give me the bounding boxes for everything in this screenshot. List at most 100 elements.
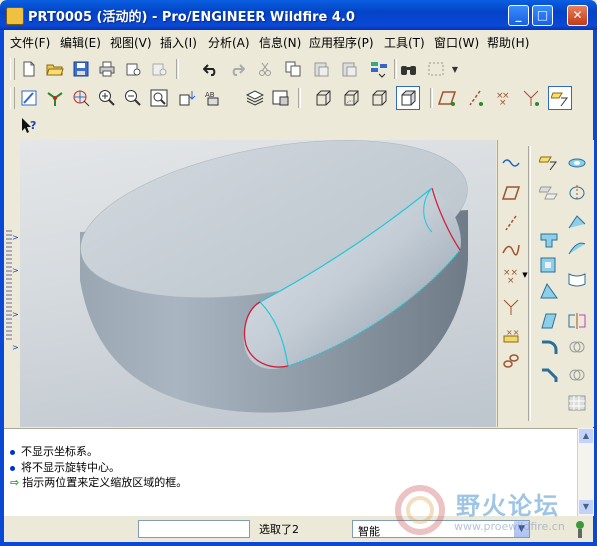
model-tree-collapsed-strip[interactable]: > > > > bbox=[4, 140, 21, 427]
find-icon[interactable] bbox=[398, 58, 420, 80]
paste-icon[interactable] bbox=[310, 58, 332, 80]
datum-points-icon[interactable]: × × × bbox=[492, 87, 514, 109]
spin-center-icon[interactable] bbox=[44, 87, 66, 109]
redo-icon[interactable] bbox=[226, 58, 248, 80]
info-bullet-icon bbox=[10, 465, 15, 471]
selection-filter-select[interactable]: 智能 ▼ bbox=[352, 520, 530, 538]
toolbar-grip[interactable] bbox=[10, 58, 15, 80]
chevron-right-icon[interactable]: > > > > bbox=[12, 232, 19, 353]
whats-this-icon[interactable]: ? bbox=[18, 115, 40, 137]
status-input-field[interactable] bbox=[138, 520, 250, 538]
repaint-icon[interactable] bbox=[18, 87, 40, 109]
minimize-button[interactable]: _ bbox=[508, 5, 529, 26]
message-line: 将不显示旋转中心。 bbox=[10, 459, 120, 475]
saved-views-icon[interactable]: AB bbox=[202, 87, 230, 109]
chevron-down-icon[interactable]: ▼ bbox=[514, 521, 529, 537]
coord-sys-icon[interactable] bbox=[520, 87, 542, 109]
hidden-line-icon[interactable] bbox=[340, 87, 362, 109]
rib-icon[interactable] bbox=[538, 280, 560, 302]
annotation-feature-icon[interactable] bbox=[538, 152, 560, 174]
graphics-window[interactable] bbox=[20, 140, 496, 427]
scroll-down-icon[interactable]: ▼ bbox=[579, 500, 593, 514]
mirror-icon[interactable] bbox=[566, 310, 588, 332]
filter-value: 智能 bbox=[358, 525, 380, 538]
sweep-icon[interactable] bbox=[566, 210, 588, 232]
save-icon[interactable] bbox=[70, 58, 92, 80]
menu-tools[interactable]: 工具(T) bbox=[384, 34, 425, 51]
chamfer-icon[interactable] bbox=[538, 364, 560, 386]
chevron-down-icon[interactable]: ▼ bbox=[450, 58, 460, 80]
chain-icon[interactable] bbox=[500, 350, 522, 372]
undo-icon[interactable] bbox=[200, 58, 222, 80]
extrude-icon[interactable] bbox=[538, 228, 560, 250]
svg-text:?: ? bbox=[30, 119, 36, 132]
copy-icon[interactable] bbox=[282, 58, 304, 80]
wireframe-icon[interactable] bbox=[312, 87, 334, 109]
blend-icon[interactable] bbox=[566, 238, 588, 260]
close-button[interactable]: ✕ bbox=[567, 5, 588, 26]
hole-icon[interactable] bbox=[566, 152, 588, 174]
revolve-icon[interactable] bbox=[566, 182, 588, 204]
maximize-button[interactable]: □ bbox=[532, 5, 553, 26]
shell-icon[interactable] bbox=[538, 254, 560, 276]
message-scrollbar[interactable]: ▲ ▼ bbox=[577, 428, 594, 516]
refit-icon[interactable] bbox=[148, 87, 170, 109]
datum-curve-tool-icon[interactable] bbox=[500, 238, 522, 260]
trim-icon[interactable] bbox=[566, 364, 588, 386]
copy-feature-icon[interactable] bbox=[538, 182, 560, 204]
shading-icon[interactable] bbox=[396, 86, 420, 110]
menu-help[interactable]: 帮助(H) bbox=[487, 34, 529, 51]
menu-edit[interactable]: 编辑(E) bbox=[60, 34, 101, 51]
print-icon[interactable] bbox=[96, 58, 118, 80]
message-area: 不显示坐标系。 将不显示旋转中心。 ⇨ 指示两位置来定义缩放区域的框。 bbox=[4, 428, 577, 517]
menu-info[interactable]: 信息(N) bbox=[259, 34, 301, 51]
draft-icon[interactable] bbox=[538, 310, 560, 332]
scroll-up-icon[interactable]: ▲ bbox=[579, 429, 593, 443]
boundary-blend-icon[interactable] bbox=[566, 268, 588, 290]
pattern-icon[interactable] bbox=[566, 392, 588, 414]
zoom-in-icon[interactable] bbox=[96, 87, 118, 109]
menu-applications[interactable]: 应用程序(P) bbox=[309, 34, 374, 51]
zoom-out-icon[interactable] bbox=[122, 87, 144, 109]
sketch-tool-icon[interactable] bbox=[500, 152, 522, 174]
menu-analysis[interactable]: 分析(A) bbox=[208, 34, 250, 51]
feature-toolbar: ××× ▼ ××× bbox=[497, 140, 594, 427]
annotations-icon[interactable] bbox=[548, 86, 572, 110]
analysis-feature-icon[interactable]: ××× bbox=[500, 324, 522, 346]
datum-planes-icon[interactable] bbox=[436, 87, 458, 109]
mail-disabled-icon[interactable] bbox=[148, 58, 170, 80]
open-folder-icon[interactable] bbox=[44, 58, 66, 80]
layers-icon[interactable] bbox=[244, 87, 266, 109]
reorient-icon[interactable] bbox=[176, 87, 198, 109]
prompt-arrow-icon: ⇨ bbox=[10, 476, 20, 489]
cut-icon[interactable] bbox=[254, 58, 276, 80]
merge-icon[interactable] bbox=[566, 336, 588, 358]
selection-count: 选取了2 bbox=[259, 523, 299, 536]
toolbar-separator bbox=[298, 88, 301, 108]
menu-view[interactable]: 视图(V) bbox=[110, 34, 152, 51]
regenerate-icon[interactable] bbox=[368, 58, 390, 80]
datum-csys-tool-icon[interactable] bbox=[500, 296, 522, 318]
send-mail-icon[interactable] bbox=[122, 58, 144, 80]
status-indicator-icon bbox=[572, 519, 588, 539]
orient-mode-icon[interactable] bbox=[70, 87, 92, 109]
window-frame-bottom bbox=[0, 542, 597, 546]
menu-insert[interactable]: 插入(I) bbox=[160, 34, 197, 51]
datum-plane-tool-icon[interactable] bbox=[500, 182, 522, 204]
svg-text:×××: ××× bbox=[506, 328, 520, 337]
paste-special-icon[interactable] bbox=[338, 58, 360, 80]
no-hidden-icon[interactable] bbox=[368, 87, 390, 109]
menu-window[interactable]: 窗口(W) bbox=[434, 34, 479, 51]
app-icon[interactable] bbox=[6, 7, 24, 25]
select-box-icon[interactable] bbox=[424, 58, 452, 80]
svg-text:×: × bbox=[499, 98, 507, 107]
view-manager-icon[interactable] bbox=[270, 87, 292, 109]
datum-axes-icon[interactable] bbox=[464, 87, 486, 109]
new-file-icon[interactable] bbox=[18, 58, 40, 80]
datum-axis-tool-icon[interactable] bbox=[500, 212, 522, 234]
menu-file[interactable]: 文件(F) bbox=[10, 34, 50, 51]
toolbar-grip[interactable] bbox=[10, 87, 15, 109]
3d-model[interactable] bbox=[20, 140, 496, 427]
datum-point-tool-icon[interactable]: ×× × bbox=[500, 264, 522, 286]
round-icon[interactable] bbox=[538, 336, 560, 358]
